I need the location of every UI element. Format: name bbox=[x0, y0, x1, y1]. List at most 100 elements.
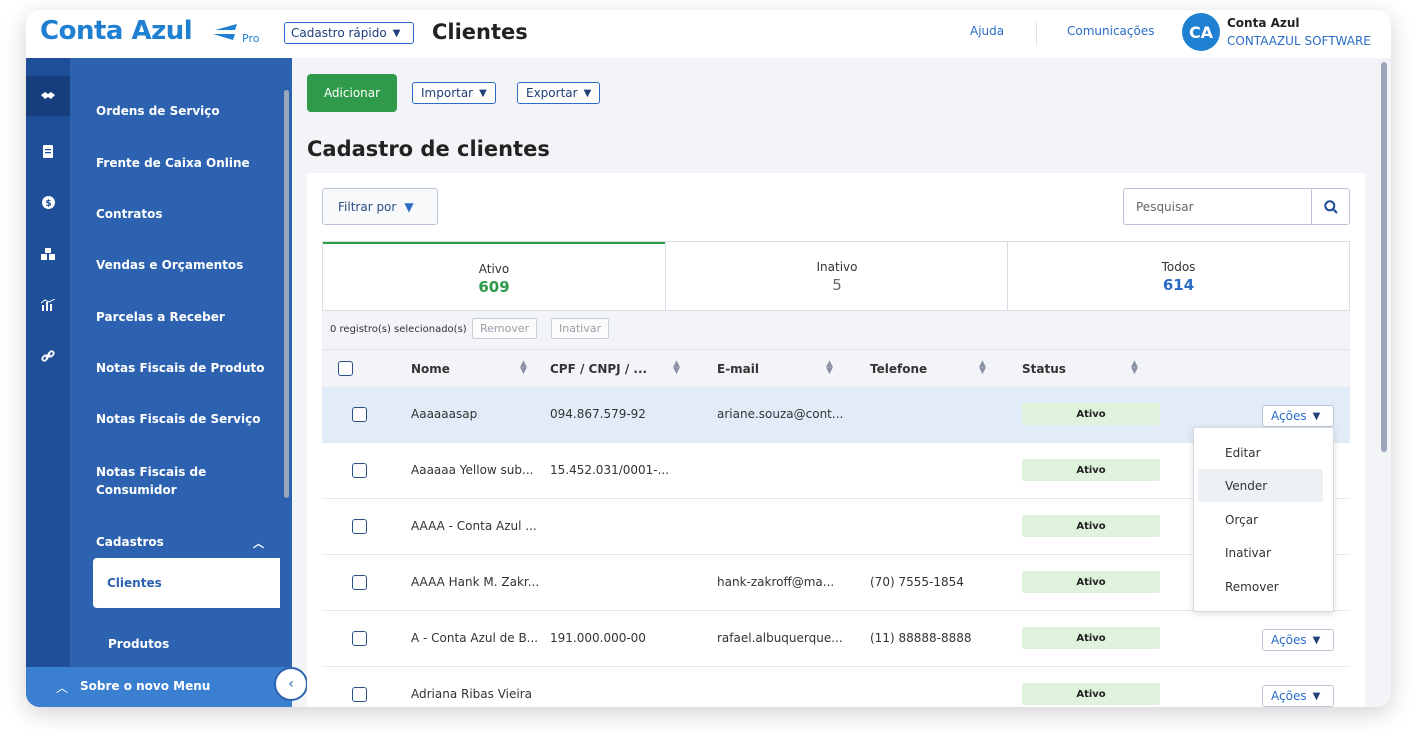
add-button[interactable]: Adicionar bbox=[307, 74, 397, 112]
sort-icon[interactable]: ▲ ▼ bbox=[826, 360, 833, 376]
menu-item-vender[interactable]: Vender bbox=[1198, 469, 1323, 502]
filter-button[interactable]: Filtrar por ▼ bbox=[322, 188, 438, 225]
search-input[interactable] bbox=[1124, 189, 1312, 224]
tab-todos[interactable]: Todos 614 bbox=[1008, 242, 1349, 310]
dollar-coin-icon[interactable]: $ bbox=[26, 182, 70, 222]
tab-inativo[interactable]: Inativo 5 bbox=[666, 242, 1008, 310]
sidebar-item-label: Clientes bbox=[107, 576, 162, 590]
search-icon bbox=[1323, 199, 1338, 214]
sidebar-item-frente-caixa[interactable]: Frente de Caixa Online bbox=[96, 156, 250, 170]
chart-icon[interactable] bbox=[26, 285, 70, 325]
cell-name: AAAA Hank M. Zakr... bbox=[411, 575, 540, 589]
menu-item-inativar[interactable]: Inativar bbox=[1198, 536, 1323, 569]
quick-add-dropdown[interactable]: Cadastro rápido ▼ bbox=[284, 22, 414, 44]
column-header-status[interactable]: Status bbox=[1022, 362, 1066, 376]
avatar[interactable]: CA bbox=[1182, 13, 1220, 51]
tab-ativo[interactable]: Ativo 609 bbox=[323, 242, 665, 310]
sidebar-item-vendas[interactable]: Vendas e Orçamentos bbox=[96, 258, 243, 272]
row-actions-button[interactable]: Ações ▼ bbox=[1262, 629, 1334, 651]
row-checkbox[interactable] bbox=[352, 519, 367, 534]
user-company[interactable]: CONTAAZUL SOFTWARE bbox=[1227, 34, 1371, 48]
sort-icon[interactable]: ▲ ▼ bbox=[979, 360, 986, 376]
row-checkbox[interactable] bbox=[352, 463, 367, 478]
section-title: Cadastro de clientes bbox=[307, 137, 550, 161]
status-badge: Ativo bbox=[1022, 683, 1160, 705]
tab-label: Todos bbox=[1161, 260, 1196, 274]
sidebar-item-ordens-servico[interactable]: Ordens de Serviço bbox=[96, 104, 220, 118]
link-icon[interactable] bbox=[26, 336, 70, 376]
table-row[interactable]: Adriana Ribas Vieira Ativo Ações ▼ bbox=[322, 667, 1350, 707]
communications-link[interactable]: Comunicações bbox=[1067, 24, 1154, 38]
status-tabs: Ativo 609 Inativo 5 Todos 614 bbox=[322, 241, 1350, 311]
column-header-documento[interactable]: CPF / CNPJ / ... bbox=[550, 362, 647, 376]
cell-phone: (11) 88888-8888 bbox=[870, 631, 972, 645]
chevron-down-icon: ▼ bbox=[583, 87, 592, 99]
row-actions-menu: Editar Vender Orçar Inativar Remover bbox=[1193, 427, 1334, 612]
column-header-email[interactable]: E-mail bbox=[717, 362, 759, 376]
status-badge: Ativo bbox=[1022, 403, 1160, 425]
quick-add-label: Cadastro rápido bbox=[291, 26, 387, 40]
sort-icon[interactable]: ▲ ▼ bbox=[673, 360, 680, 376]
boxes-icon[interactable] bbox=[26, 234, 70, 274]
import-label: Importar bbox=[421, 86, 474, 100]
sidebar-item-nf-servico[interactable]: Notas Fiscais de Serviço bbox=[96, 412, 260, 426]
row-checkbox[interactable] bbox=[352, 575, 367, 590]
actions-label: Ações bbox=[1271, 409, 1307, 423]
sort-icon[interactable]: ▲ ▼ bbox=[1131, 360, 1138, 376]
column-header-nome[interactable]: Nome bbox=[411, 362, 450, 376]
help-link[interactable]: Ajuda bbox=[970, 24, 1004, 38]
cell-email: rafael.albuquerque... bbox=[717, 631, 843, 645]
status-badge: Ativo bbox=[1022, 459, 1160, 481]
menu-item-editar[interactable]: Editar bbox=[1198, 436, 1323, 469]
logo-mark-icon bbox=[213, 24, 237, 40]
table-row[interactable]: A - Conta Azul de B... 191.000.000-00 ra… bbox=[322, 611, 1350, 667]
logo-badge: Pro bbox=[242, 32, 260, 45]
selected-count: 0 registro(s) selecionado(s) bbox=[330, 324, 467, 335]
row-actions-button[interactable]: Ações ▼ bbox=[1262, 405, 1334, 427]
sidebar-item-label: Notas Fiscais de bbox=[96, 465, 207, 479]
sidebar-item-parcelas[interactable]: Parcelas a Receber bbox=[96, 310, 225, 324]
tab-label: Inativo bbox=[816, 260, 858, 274]
collapse-sidebar-button[interactable]: ‹ bbox=[274, 667, 308, 701]
sidebar-item-nf-consumidor[interactable]: Notas Fiscais de Consumidor bbox=[96, 463, 206, 499]
tab-count: 609 bbox=[478, 278, 510, 296]
export-label: Exportar bbox=[526, 86, 578, 100]
bulk-deactivate-button[interactable]: Inativar bbox=[551, 318, 610, 339]
cell-document: 094.867.579-92 bbox=[550, 407, 646, 421]
sidebar-item-produtos[interactable]: Produtos bbox=[108, 637, 169, 651]
export-dropdown[interactable]: Exportar ▼ bbox=[517, 82, 601, 104]
search-box bbox=[1123, 188, 1350, 225]
handshake-icon[interactable] bbox=[26, 76, 70, 116]
select-all-checkbox[interactable] bbox=[338, 361, 353, 376]
row-checkbox[interactable] bbox=[352, 687, 367, 702]
import-dropdown[interactable]: Importar ▼ bbox=[412, 82, 496, 104]
document-icon[interactable] bbox=[26, 131, 70, 171]
sidebar-item-label: Cadastros bbox=[96, 535, 164, 549]
sidebar-item-cadastros[interactable]: Cadastros ︿ bbox=[96, 535, 264, 550]
status-badge: Ativo bbox=[1022, 515, 1160, 537]
row-checkbox[interactable] bbox=[352, 631, 367, 646]
bulk-remove-button[interactable]: Remover bbox=[472, 318, 538, 339]
menu-item-orcar[interactable]: Orçar bbox=[1198, 503, 1323, 536]
logo[interactable]: Conta Azul bbox=[40, 16, 193, 46]
about-new-menu-bar[interactable]: ︿ Sobre o novo Menu bbox=[26, 667, 292, 707]
sidebar-item-contratos[interactable]: Contratos bbox=[96, 207, 162, 221]
sidebar-item-clientes[interactable]: Clientes bbox=[93, 558, 280, 608]
row-actions-button[interactable]: Ações ▼ bbox=[1262, 685, 1334, 707]
chevron-down-icon: ▼ bbox=[1312, 410, 1321, 422]
chevron-down-icon: ▼ bbox=[479, 87, 487, 99]
sort-icon[interactable]: ▲ ▼ bbox=[520, 360, 527, 376]
sidebar-item-nf-produto[interactable]: Notas Fiscais de Produto bbox=[96, 361, 265, 375]
menu-item-remover[interactable]: Remover bbox=[1198, 570, 1323, 603]
actions-label: Ações bbox=[1271, 689, 1307, 703]
status-badge: Ativo bbox=[1022, 571, 1160, 593]
cell-document: 15.452.031/0001-... bbox=[550, 463, 670, 477]
sidebar-scrollbar[interactable] bbox=[284, 90, 289, 498]
main-scrollbar[interactable] bbox=[1381, 62, 1387, 452]
chevron-down-icon: ▼ bbox=[404, 199, 414, 214]
chevron-up-icon: ︿ bbox=[253, 537, 264, 550]
search-button[interactable] bbox=[1311, 189, 1349, 224]
column-header-telefone[interactable]: Telefone bbox=[870, 362, 927, 376]
row-checkbox[interactable] bbox=[352, 407, 367, 422]
user-name[interactable]: Conta Azul bbox=[1227, 16, 1300, 30]
